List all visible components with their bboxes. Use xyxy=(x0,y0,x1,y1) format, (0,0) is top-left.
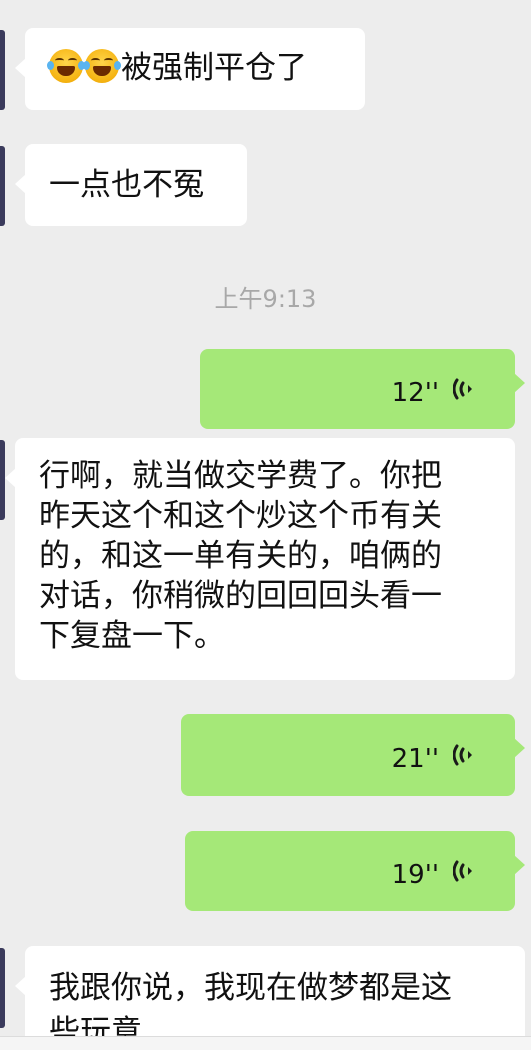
message-timestamp: 上午9:13 xyxy=(214,285,317,313)
input-bar xyxy=(0,1036,531,1050)
voice-wave-icon xyxy=(453,744,472,766)
message-bubble-incoming[interactable]: 一点也不冤 xyxy=(15,144,247,226)
voice-duration: 12'' xyxy=(391,378,439,408)
message-text: 被强制平仓了 xyxy=(121,50,307,86)
face-with-tears-of-joy-icon xyxy=(47,49,85,83)
voice-message-bubble[interactable]: 12'' xyxy=(200,349,525,429)
message-text-line: 昨天这个和这个炒这个币有关 xyxy=(39,498,442,534)
voice-wave-icon xyxy=(453,378,472,400)
sender-avatar[interactable] xyxy=(0,948,5,1028)
chat-window: 被强制平仓了 一点也不冤 上午9:13 12'' 行啊，就当做交学费了。你把 昨… xyxy=(0,0,531,1050)
voice-message-bubble[interactable]: 19'' xyxy=(185,831,525,911)
voice-duration: 21'' xyxy=(391,744,439,774)
face-with-tears-of-joy-icon xyxy=(83,49,121,83)
message-bubble-incoming[interactable]: 行啊，就当做交学费了。你把 昨天这个和这个炒这个币有关 的，和这一单有关的，咱俩… xyxy=(5,438,515,680)
sender-avatar[interactable] xyxy=(0,30,5,110)
message-bubble-incoming[interactable]: 我跟你说，我现在做梦都是这 些玩意 xyxy=(15,946,525,1050)
voice-duration: 19'' xyxy=(391,860,439,890)
message-text-line: 对话，你稍微的回回回头看一 xyxy=(39,578,442,614)
message-text: 一点也不冤 xyxy=(49,167,204,203)
voice-message-bubble[interactable]: 21'' xyxy=(181,714,525,796)
message-text-line: 行啊，就当做交学费了。你把 xyxy=(39,458,442,494)
voice-wave-icon xyxy=(453,860,472,882)
message-bubble-incoming[interactable]: 被强制平仓了 xyxy=(15,28,365,110)
message-text-line: 的，和这一单有关的，咱俩的 xyxy=(39,538,442,574)
sender-avatar[interactable] xyxy=(0,146,5,226)
message-text-line: 我跟你说，我现在做梦都是这 xyxy=(49,970,452,1006)
message-text-line: 下复盘一下。 xyxy=(39,618,225,654)
